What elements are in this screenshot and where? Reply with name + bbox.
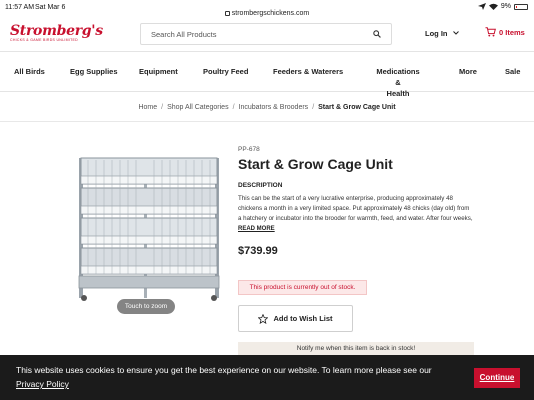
chevron-down-icon: [452, 31, 459, 35]
search-box: [140, 23, 392, 45]
location-icon: [477, 3, 486, 10]
breadcrumb-separator: /: [312, 104, 315, 111]
continue-button[interactable]: Continue: [474, 368, 520, 388]
search-input[interactable]: [141, 24, 351, 45]
product-price: $739.99: [238, 245, 278, 257]
lock-icon: [224, 11, 230, 16]
cart-label: 0 Items: [499, 27, 525, 37]
nav-item-poultry-feed[interactable]: Poultry Feed: [203, 66, 248, 77]
description-heading: DESCRIPTION: [238, 182, 283, 189]
breadcrumb-incubators[interactable]: Incubators & Brooders: [239, 104, 309, 111]
nav-item-more[interactable]: More: [459, 66, 477, 77]
product-sku: PP-678: [238, 146, 260, 153]
notify-back-in-stock[interactable]: Notify me when this item is back in stoc…: [238, 342, 474, 356]
main-nav: All Birds Egg Supplies Equipment Poultry…: [0, 52, 534, 98]
cookie-message: This website uses cookies to ensure you …: [16, 365, 432, 375]
battery-icon: [514, 3, 528, 10]
nav-item-medications-health[interactable]: Medications & Health: [374, 66, 422, 99]
product-description: This can be the start of a very lucrativ…: [238, 195, 473, 222]
cookie-banner: This website uses cookies to ensure you …: [0, 355, 534, 400]
product-image[interactable]: [76, 152, 222, 308]
address-bar[interactable]: strombergschickens.com: [0, 10, 534, 17]
wishlist-label: Add to Wish List: [273, 314, 333, 323]
touch-to-zoom-label: Touch to zoom: [117, 299, 175, 314]
nav-item-feeders-waterers[interactable]: Feeders & Waterers: [273, 66, 343, 77]
site-logo[interactable]: Stromberg's CHICKS & GAME BIRDS UNLIMITE…: [10, 23, 103, 47]
status-indicators: 9%: [477, 3, 528, 10]
device-status-bar: 11:57 AM Sat Mar 6 strombergschickens.co…: [0, 0, 534, 20]
cart-icon: [485, 27, 496, 37]
wifi-icon: [488, 3, 498, 10]
breadcrumb-separator: /: [161, 104, 164, 111]
search-icon[interactable]: [373, 30, 381, 38]
out-of-stock-alert: This product is currently out of stock.: [238, 280, 367, 295]
add-to-wishlist-button[interactable]: Add to Wish List: [238, 305, 353, 332]
address-url: strombergschickens.com: [231, 10, 310, 17]
site-header: Stromberg's CHICKS & GAME BIRDS UNLIMITE…: [0, 20, 534, 52]
cart-button[interactable]: 0 Items: [485, 27, 525, 37]
nav-item-medications-line1: Medications &: [376, 67, 420, 87]
privacy-policy-link[interactable]: Privacy Policy: [16, 379, 69, 389]
breadcrumb: Home / Shop All Categories / Incubators & Br…: [0, 104, 534, 111]
breadcrumb-separator: /: [232, 104, 235, 111]
nav-item-medications-line2: Health: [386, 89, 410, 98]
login-menu[interactable]: Log In: [425, 29, 459, 38]
read-more-link[interactable]: READ MORE: [238, 226, 275, 232]
login-label: Log In: [425, 29, 448, 38]
star-icon: [258, 313, 269, 324]
divider: [0, 121, 534, 122]
logo-text: Stromberg's: [10, 23, 103, 39]
product-title: Start & Grow Cage Unit: [238, 156, 393, 172]
breadcrumb-shop-all[interactable]: Shop All Categories: [167, 104, 228, 111]
nav-item-equipment[interactable]: Equipment: [139, 66, 178, 77]
nav-item-sale[interactable]: Sale: [505, 66, 520, 77]
breadcrumb-home[interactable]: Home: [138, 104, 157, 111]
nav-item-all-birds[interactable]: All Birds: [14, 66, 45, 77]
battery-percent: 9%: [500, 3, 511, 10]
nav-item-egg-supplies[interactable]: Egg Supplies: [70, 66, 118, 77]
breadcrumb-current: Start & Grow Cage Unit: [318, 104, 396, 111]
